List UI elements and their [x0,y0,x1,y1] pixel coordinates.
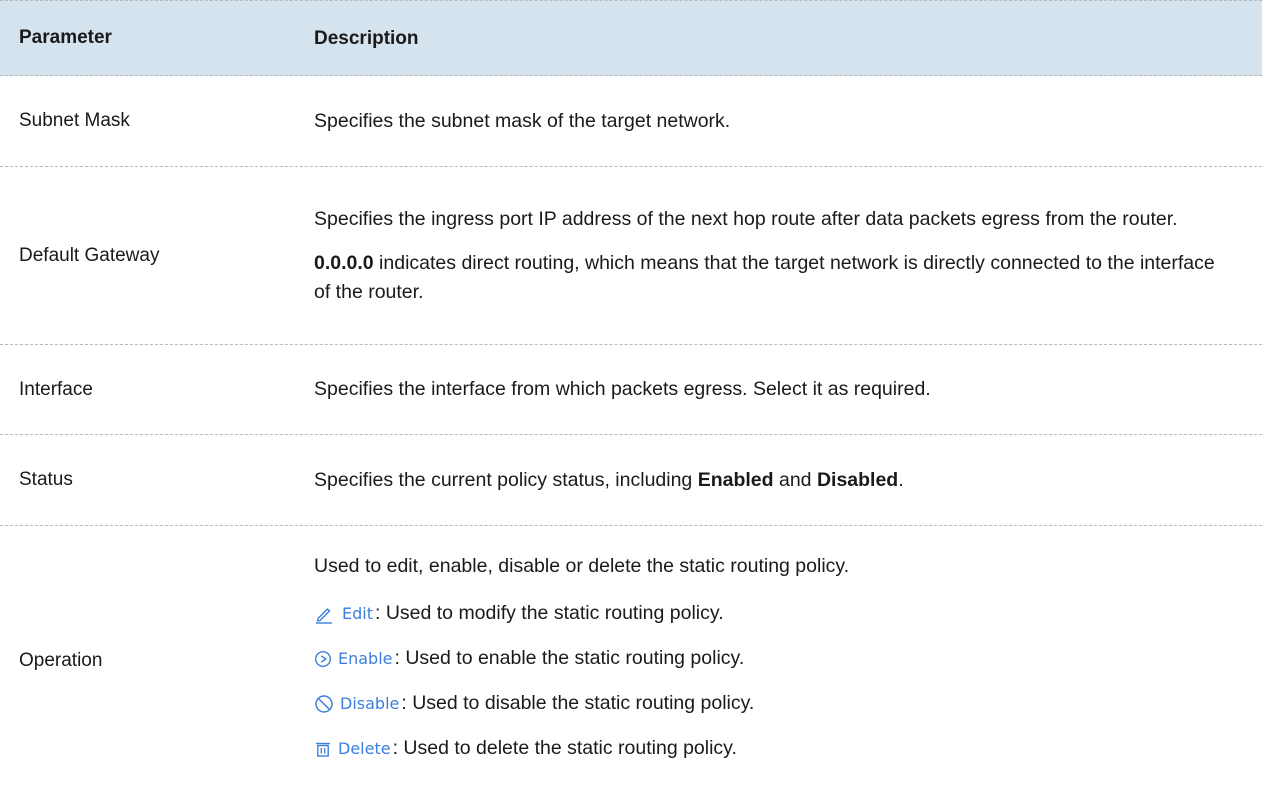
description-rest: indicates direct routing, which means th… [314,251,1215,303]
table-row-subnet-mask: Subnet Mask Specifies the subnet mask of… [0,76,1262,167]
header-description: Description [314,27,419,49]
description-text-2: 0.0.0.0 indicates direct routing, which … [314,249,1222,307]
status-pre: Specifies the current policy status, inc… [314,468,698,491]
operation-delete-line: Delete : Used to delete the static routi… [314,734,1222,763]
param-description: Used to edit, enable, disable or delete … [292,526,1262,796]
param-name: Subnet Mask [19,110,130,131]
play-circle-icon [314,650,332,667]
operation-enable-line: Enable : Used to enable the static routi… [314,644,1222,673]
table-row-operation: Operation Used to edit, enable, disable … [0,526,1262,796]
parameter-table: Parameter Description Subnet Mask Specif… [0,0,1262,796]
bold-value: 0.0.0.0 [314,251,374,274]
param-name: Default Gateway [19,244,160,266]
enable-description: : Used to enable the static routing poli… [394,647,745,669]
description-text: Specifies the current policy status, inc… [314,466,1222,495]
enable-button[interactable]: Enable [314,644,393,673]
table-row-default-gateway: Default Gateway Specifies the ingress po… [0,167,1262,345]
prohibited-icon [315,694,333,713]
delete-description: : Used to delete the static routing poli… [392,737,737,759]
operation-edit-line: Edit : Used to modify the static routing… [314,599,1222,628]
description-text: Specifies the interface from which packe… [314,378,931,400]
disable-button[interactable]: Disable [314,689,399,718]
operation-disable-line: Disable : Used to disable the static rou… [314,689,1222,718]
param-name: Operation [19,650,103,671]
disable-label: Disable [340,694,400,713]
operation-intro: Used to edit, enable, disable or delete … [314,555,850,577]
enable-label: Enable [338,649,393,668]
trash-icon [316,742,330,757]
param-name: Status [19,469,73,490]
disable-description: : Used to disable the static routing pol… [401,692,755,714]
enabled-term: Enabled [697,468,774,491]
param-description: Specifies the interface from which packe… [292,345,1262,434]
edit-description: : Used to modify the static routing poli… [374,602,724,624]
pencil-icon [316,607,332,624]
table-row-status: Status Specifies the current policy stat… [0,435,1262,526]
disabled-term: Disabled [816,468,899,491]
status-and: and [773,468,817,491]
description-text: Specifies the ingress port IP address of… [314,207,1178,230]
edit-label: Edit [342,604,373,623]
table-header-row: Parameter Description [0,0,1262,76]
delete-button[interactable]: Delete [314,734,391,763]
edit-button[interactable]: Edit [314,599,373,628]
description-text: Specifies the subnet mask of the target … [314,109,731,132]
param-name: Interface [19,378,93,400]
status-end: . [898,468,904,491]
table-row-interface: Interface Specifies the interface from w… [0,345,1262,435]
param-description: Specifies the ingress port IP address of… [292,167,1262,344]
param-description: Specifies the subnet mask of the target … [292,76,1262,166]
param-description: Specifies the current policy status, inc… [292,435,1262,525]
delete-label: Delete [338,739,391,758]
header-parameter: Parameter [19,27,112,48]
